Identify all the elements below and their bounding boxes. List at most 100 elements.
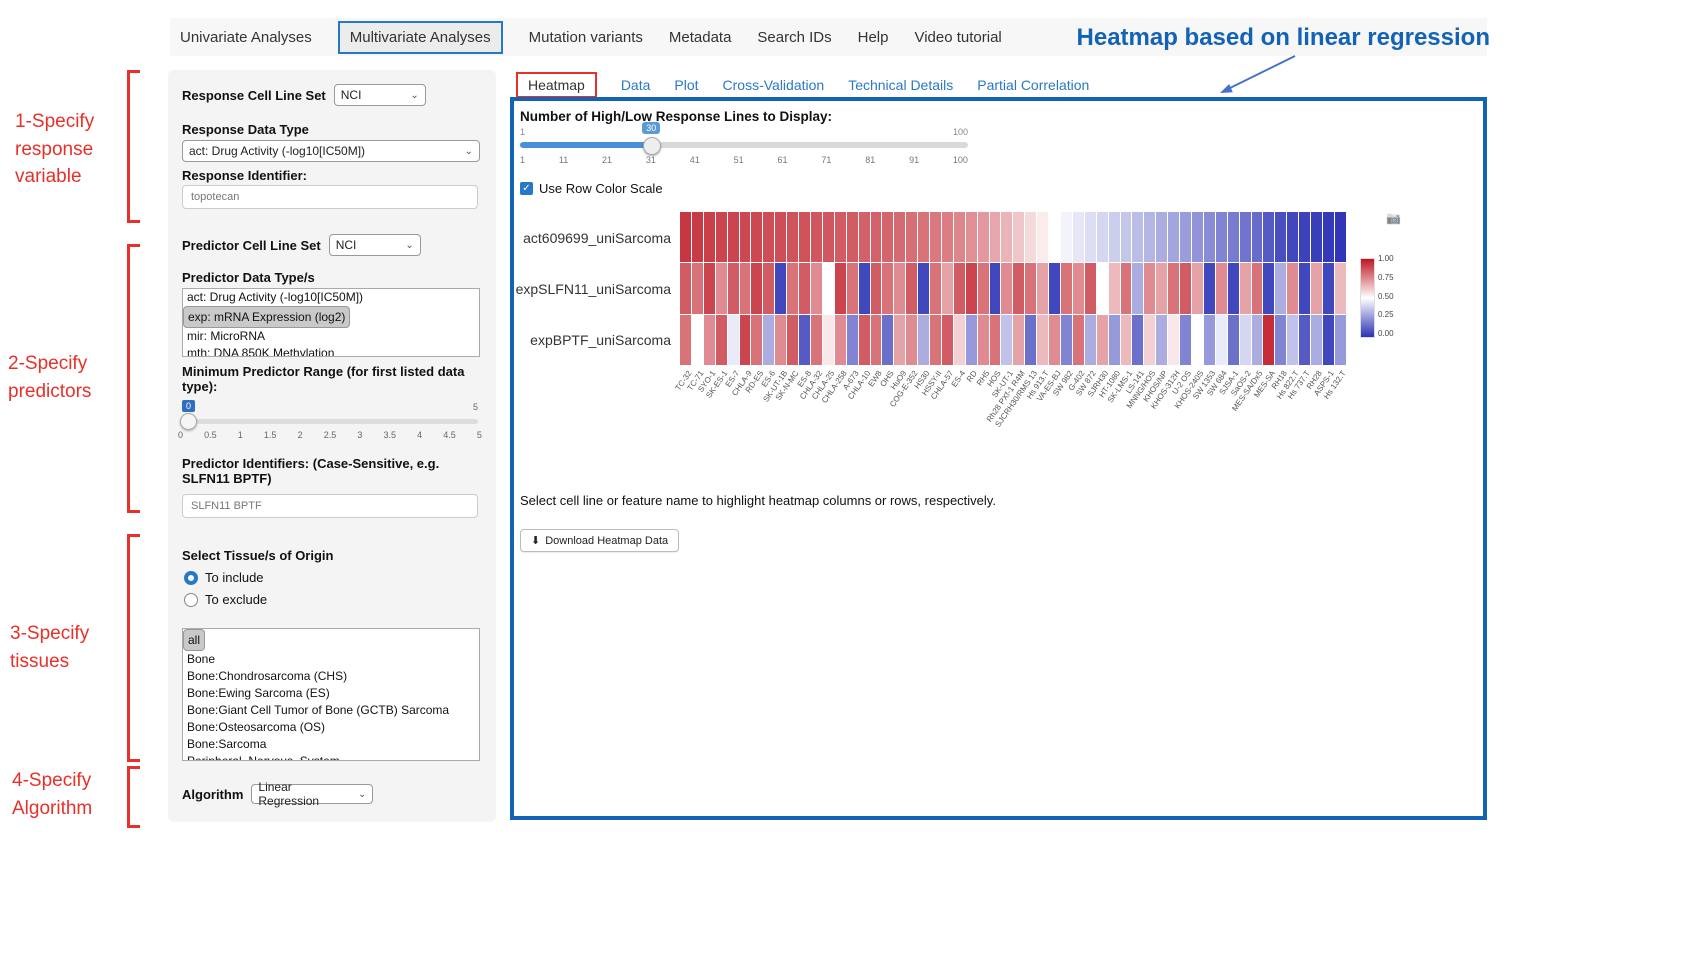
heatmap-cell[interactable] — [1335, 315, 1346, 365]
list-option[interactable]: Bone:Osteosarcoma (OS) — [183, 719, 479, 736]
heatmap-cell[interactable] — [1109, 315, 1120, 365]
heatmap-cell[interactable] — [1192, 263, 1203, 313]
heatmap-cell[interactable] — [1240, 263, 1251, 313]
heatmap-cell[interactable] — [1311, 212, 1322, 262]
heatmap-cell[interactable] — [882, 315, 893, 365]
heatmap-cell[interactable] — [882, 263, 893, 313]
heatmap-cell[interactable] — [1097, 212, 1108, 262]
tab-partial-correlation[interactable]: Partial Correlation — [977, 77, 1089, 93]
heatmap-cell[interactable] — [680, 315, 691, 365]
list-option[interactable]: all — [183, 629, 205, 651]
heatmap-cell[interactable] — [1168, 212, 1179, 262]
heatmap-cell[interactable] — [823, 315, 834, 365]
list-option[interactable]: Bone:Sarcoma — [183, 736, 479, 753]
list-option[interactable]: Bone:Chondrosarcoma (CHS) — [183, 668, 479, 685]
response-cell-line-set-select[interactable]: NCI ⌄ — [334, 84, 426, 106]
list-option[interactable]: act: Drug Activity (-log10[IC50M]) — [183, 289, 479, 306]
heatmap-cell[interactable] — [1109, 263, 1120, 313]
heatmap-cell[interactable] — [1073, 212, 1084, 262]
heatmap-cell[interactable] — [751, 263, 762, 313]
heatmap-cell[interactable] — [1049, 315, 1060, 365]
heatmap-cell[interactable] — [692, 212, 703, 262]
list-option[interactable]: exp: mRNA Expression (log2) — [183, 306, 350, 328]
heatmap-cell[interactable] — [1025, 263, 1036, 313]
heatmap-cell[interactable] — [859, 263, 870, 313]
heatmap-cell[interactable] — [1299, 315, 1310, 365]
heatmap-cell[interactable] — [966, 315, 977, 365]
heatmap-cell[interactable] — [1144, 212, 1155, 262]
heatmap-cell[interactable] — [1061, 315, 1072, 365]
heatmap-cell[interactable] — [942, 212, 953, 262]
tab-plot[interactable]: Plot — [674, 77, 698, 93]
heatmap-cell[interactable] — [1204, 263, 1215, 313]
heatmap-cell[interactable] — [1061, 212, 1072, 262]
heatmap-cell[interactable] — [1228, 315, 1239, 365]
heatmap-cell[interactable] — [1121, 315, 1132, 365]
heatmap-cell[interactable] — [763, 212, 774, 262]
response-slider-handle[interactable] — [643, 137, 661, 155]
heatmap-cell[interactable] — [1037, 263, 1048, 313]
heatmap-cell[interactable] — [835, 315, 846, 365]
predictor-cell-line-set-select[interactable]: NCI ⌄ — [329, 234, 421, 256]
heatmap-cell[interactable] — [1144, 315, 1155, 365]
heatmap-cell[interactable] — [787, 263, 798, 313]
heatmap-cell[interactable] — [1287, 315, 1298, 365]
slider-track[interactable] — [520, 142, 968, 148]
response-lines-slider[interactable]: 1 100 30 1112131415161718191100 — [520, 127, 968, 177]
heatmap-cell[interactable] — [906, 212, 917, 262]
heatmap-cell[interactable] — [835, 212, 846, 262]
heatmap-cell[interactable] — [704, 315, 715, 365]
heatmap-cell[interactable] — [1323, 212, 1334, 262]
tissue-list[interactable]: allBoneBone:Chondrosarcoma (CHS)Bone:Ewi… — [182, 628, 480, 761]
heatmap-cell[interactable] — [835, 263, 846, 313]
heatmap-cell[interactable] — [1013, 212, 1024, 262]
heatmap-cell[interactable] — [918, 212, 929, 262]
heatmap-cell[interactable] — [692, 263, 703, 313]
heatmap-cell[interactable] — [763, 315, 774, 365]
heatmap-cell[interactable] — [1240, 315, 1251, 365]
heatmap-cell[interactable] — [847, 263, 858, 313]
heatmap-col-label[interactable]: ES-4 — [953, 367, 965, 449]
heatmap-cell[interactable] — [1311, 315, 1322, 365]
heatmap-cell[interactable] — [1132, 212, 1143, 262]
heatmap-cell[interactable] — [1180, 212, 1191, 262]
heatmap-cell[interactable] — [692, 315, 703, 365]
heatmap-cell[interactable] — [1121, 212, 1132, 262]
heatmap-cell[interactable] — [1001, 212, 1012, 262]
heatmap-cell[interactable] — [1287, 263, 1298, 313]
tab-cross-validation[interactable]: Cross-Validation — [723, 77, 825, 93]
heatmap-cell[interactable] — [799, 212, 810, 262]
heatmap-cell[interactable] — [1216, 212, 1227, 262]
heatmap-cell[interactable] — [1240, 212, 1251, 262]
heatmap-cell[interactable] — [1323, 315, 1334, 365]
row-color-scale-checkbox[interactable]: ✓ Use Row Color Scale — [520, 181, 663, 196]
heatmap-cell[interactable] — [918, 263, 929, 313]
heatmap-cell[interactable] — [1132, 315, 1143, 365]
heatmap-cell[interactable] — [990, 315, 1001, 365]
heatmap-cell[interactable] — [1192, 315, 1203, 365]
heatmap-cell[interactable] — [751, 212, 762, 262]
heatmap-cell[interactable] — [978, 315, 989, 365]
heatmap-cell[interactable] — [1001, 315, 1012, 365]
heatmap-cell[interactable] — [1275, 315, 1286, 365]
heatmap-cell[interactable] — [942, 315, 953, 365]
heatmap-cell[interactable] — [1204, 315, 1215, 365]
heatmap-cell[interactable] — [1299, 263, 1310, 313]
heatmap-cell[interactable] — [740, 212, 751, 262]
heatmap-cell[interactable] — [871, 212, 882, 262]
heatmap-cell[interactable] — [1156, 263, 1167, 313]
heatmap-cell[interactable] — [1252, 212, 1263, 262]
heatmap-cell[interactable] — [1216, 263, 1227, 313]
heatmap-cell[interactable] — [966, 263, 977, 313]
heatmap-cell[interactable] — [787, 212, 798, 262]
heatmap-cell[interactable] — [990, 263, 1001, 313]
heatmap-cell[interactable] — [799, 315, 810, 365]
list-option[interactable]: Peripheral_Nervous_System — [183, 753, 479, 761]
tab-heatmap[interactable]: Heatmap — [516, 72, 597, 98]
heatmap-cell[interactable] — [954, 212, 965, 262]
heatmap-cell[interactable] — [942, 263, 953, 313]
heatmap-cell[interactable] — [1049, 212, 1060, 262]
heatmap-cell[interactable] — [680, 263, 691, 313]
heatmap-cell[interactable] — [990, 212, 1001, 262]
heatmap-cell[interactable] — [775, 315, 786, 365]
